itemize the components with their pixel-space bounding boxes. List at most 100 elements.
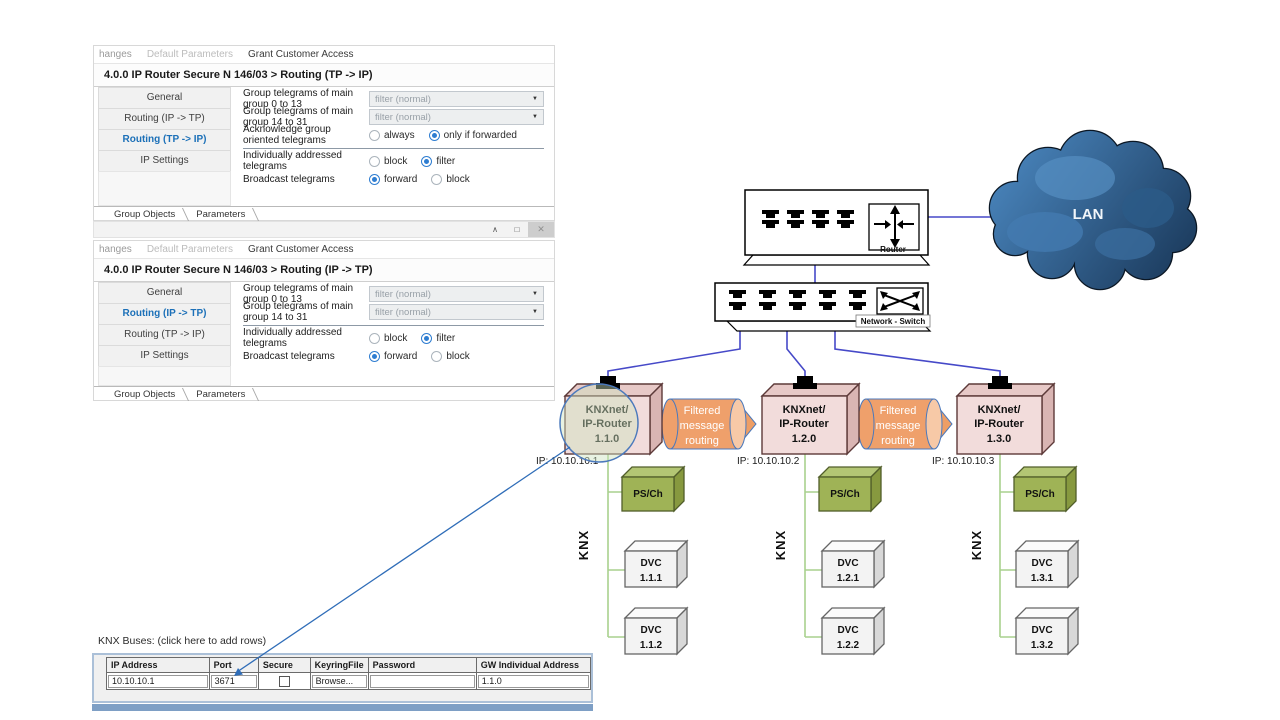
dvc-label: DVC [640,558,661,569]
radio-icon[interactable] [369,156,380,167]
port-icon [849,290,866,298]
table-header-row: IP Address Port Secure KeyringFile Passw… [107,658,591,673]
chevron-down-icon: ▼ [532,114,538,120]
radio-selected-icon[interactable] [429,130,440,141]
dropdown-group-14-31[interactable]: filter (normal) ▼ [369,109,544,125]
ip-address-field[interactable]: 10.10.10.1 [108,675,208,688]
switch-label: Network - Switch [861,317,926,326]
sidebar-item-routing-tp-ip[interactable]: Routing (TP -> IP) [98,129,231,151]
radio-icon[interactable] [431,174,442,185]
radio-option-block[interactable]: block [431,174,469,185]
radio-option-forward[interactable]: forward [369,174,417,185]
tab-group-objects[interactable]: Group Objects [104,209,185,220]
port-icon [787,210,804,218]
annotation-arrow [234,447,570,676]
dropdown-group-0-13[interactable]: filter (normal) ▼ [369,91,544,107]
knx-router-ip: IP: 10.10.10.1 [536,456,599,467]
dvc-label: DVC [837,625,858,636]
toolbar-item-default-parameters[interactable]: Default Parameters [147,49,233,60]
dvc-label: DVC [640,625,661,636]
port-icon [837,210,854,218]
sidebar-item-ip-settings[interactable]: IP Settings [98,345,231,367]
knx-router-address: 1.1.0 [595,433,619,445]
radio-option-always[interactable]: always [369,130,415,141]
radio-label: block [446,351,469,362]
gw-address-field[interactable]: 1.1.0 [478,675,589,688]
knx-router-ip: IP: 10.10.10.2 [737,456,800,467]
radio-selected-icon[interactable] [421,333,432,344]
port-icon [762,220,779,228]
dvc-label: DVC [837,558,858,569]
secure-checkbox[interactable] [279,676,290,687]
toolbar-item-default-parameters[interactable]: Default Parameters [147,244,233,255]
radio-option-block[interactable]: block [431,351,469,362]
toolbar-item-grant-customer-access[interactable]: Grant Customer Access [248,244,354,255]
toolbar-item-grant-customer-access[interactable]: Grant Customer Access [248,49,354,60]
sidebar-item-general[interactable]: General [98,87,231,109]
sidebar-item-routing-tp-ip[interactable]: Routing (TP -> IP) [98,324,231,346]
dropdown-group-14-31[interactable]: filter (normal) ▼ [369,304,544,320]
tab-group-objects[interactable]: Group Objects [104,389,185,400]
dropdown-value: filter (normal) [375,94,431,105]
radio-option-block[interactable]: block [369,333,407,344]
col-header-keyringfile: KeyringFile [310,658,368,673]
dropdown-group-0-13[interactable]: filter (normal) ▼ [369,286,544,302]
bus-line-3 [1000,454,1016,637]
radio-icon[interactable] [369,333,380,344]
sidebar-item-routing-ip-tp[interactable]: Routing (IP -> TP) [98,303,231,325]
router-icon [869,204,919,250]
dvc-address: 1.1.2 [640,640,663,651]
dvc-address: 1.1.1 [640,573,663,584]
param-label: Broadcast telegrams [243,351,369,362]
password-field[interactable] [370,675,475,688]
maximize-icon[interactable]: □ [506,222,528,237]
window-bottom-edge [92,704,593,711]
tab-parameters[interactable]: Parameters [186,389,255,400]
port-icon [759,302,776,310]
radio-icon[interactable] [369,130,380,141]
radio-option-filter[interactable]: filter [421,333,455,344]
sidebar-item-routing-ip-tp[interactable]: Routing (IP -> TP) [98,108,231,130]
switch-knxrouter3-link [835,305,1000,383]
radio-option-forward[interactable]: forward [369,351,417,362]
radio-icon[interactable] [431,351,442,362]
parameter-pages-sidebar: General Routing (IP -> TP) Routing (TP -… [94,282,231,386]
knx-bus-label-1: KNX [576,530,591,560]
sidebar-item-ip-settings[interactable]: IP Settings [98,150,231,172]
col-header-port: Port [209,658,258,673]
port-icon [819,290,836,298]
radio-selected-icon[interactable] [369,351,380,362]
page-title: 4.0.0 IP Router Secure N 146/03 > Routin… [94,258,554,282]
knx-buses-table: IP Address Port Secure KeyringFile Passw… [106,657,591,690]
radio-label: block [384,333,407,344]
knx-router-name-line2: IP-Router [974,418,1024,430]
router-body [745,190,928,255]
keyringfile-browse-button[interactable]: Browse... [312,675,367,688]
port-field[interactable]: 3671 [211,675,257,688]
radio-option-block[interactable]: block [369,156,407,167]
knx-router-name-line1: KNXnet/ [978,404,1021,416]
collapse-icon[interactable]: ∧ [484,222,506,237]
knx-bus-label-2: KNX [773,530,788,560]
radio-option-filter[interactable]: filter [421,156,455,167]
lan-label: LAN [1073,206,1104,223]
sidebar-item-general[interactable]: General [98,282,231,304]
router-device: Router [744,190,929,265]
radio-selected-icon[interactable] [421,156,432,167]
sidebar-filler [98,366,231,386]
radio-selected-icon[interactable] [369,174,380,185]
tp-connector-icon [793,383,817,389]
radio-option-only-if-forwarded[interactable]: only if forwarded [429,130,517,141]
knx-router-address: 1.2.0 [792,433,816,445]
parameter-content: Group telegrams of main group 0 to 13 fi… [231,87,554,206]
highlight-circle [560,384,638,462]
dvc-box-1-2-1: DVC 1.2.1 [822,541,884,587]
tab-parameters[interactable]: Parameters [186,209,255,220]
knx-buses-caption[interactable]: KNX Buses: (click here to add rows) [98,635,266,647]
col-header-password: Password [368,658,476,673]
toolbar-item-changes[interactable]: hanges [99,244,132,255]
toolbar-item-changes[interactable]: hanges [99,49,132,60]
close-icon[interactable]: ✕ [528,222,554,237]
port-icon [789,302,806,310]
chevron-down-icon: ▼ [532,309,538,315]
